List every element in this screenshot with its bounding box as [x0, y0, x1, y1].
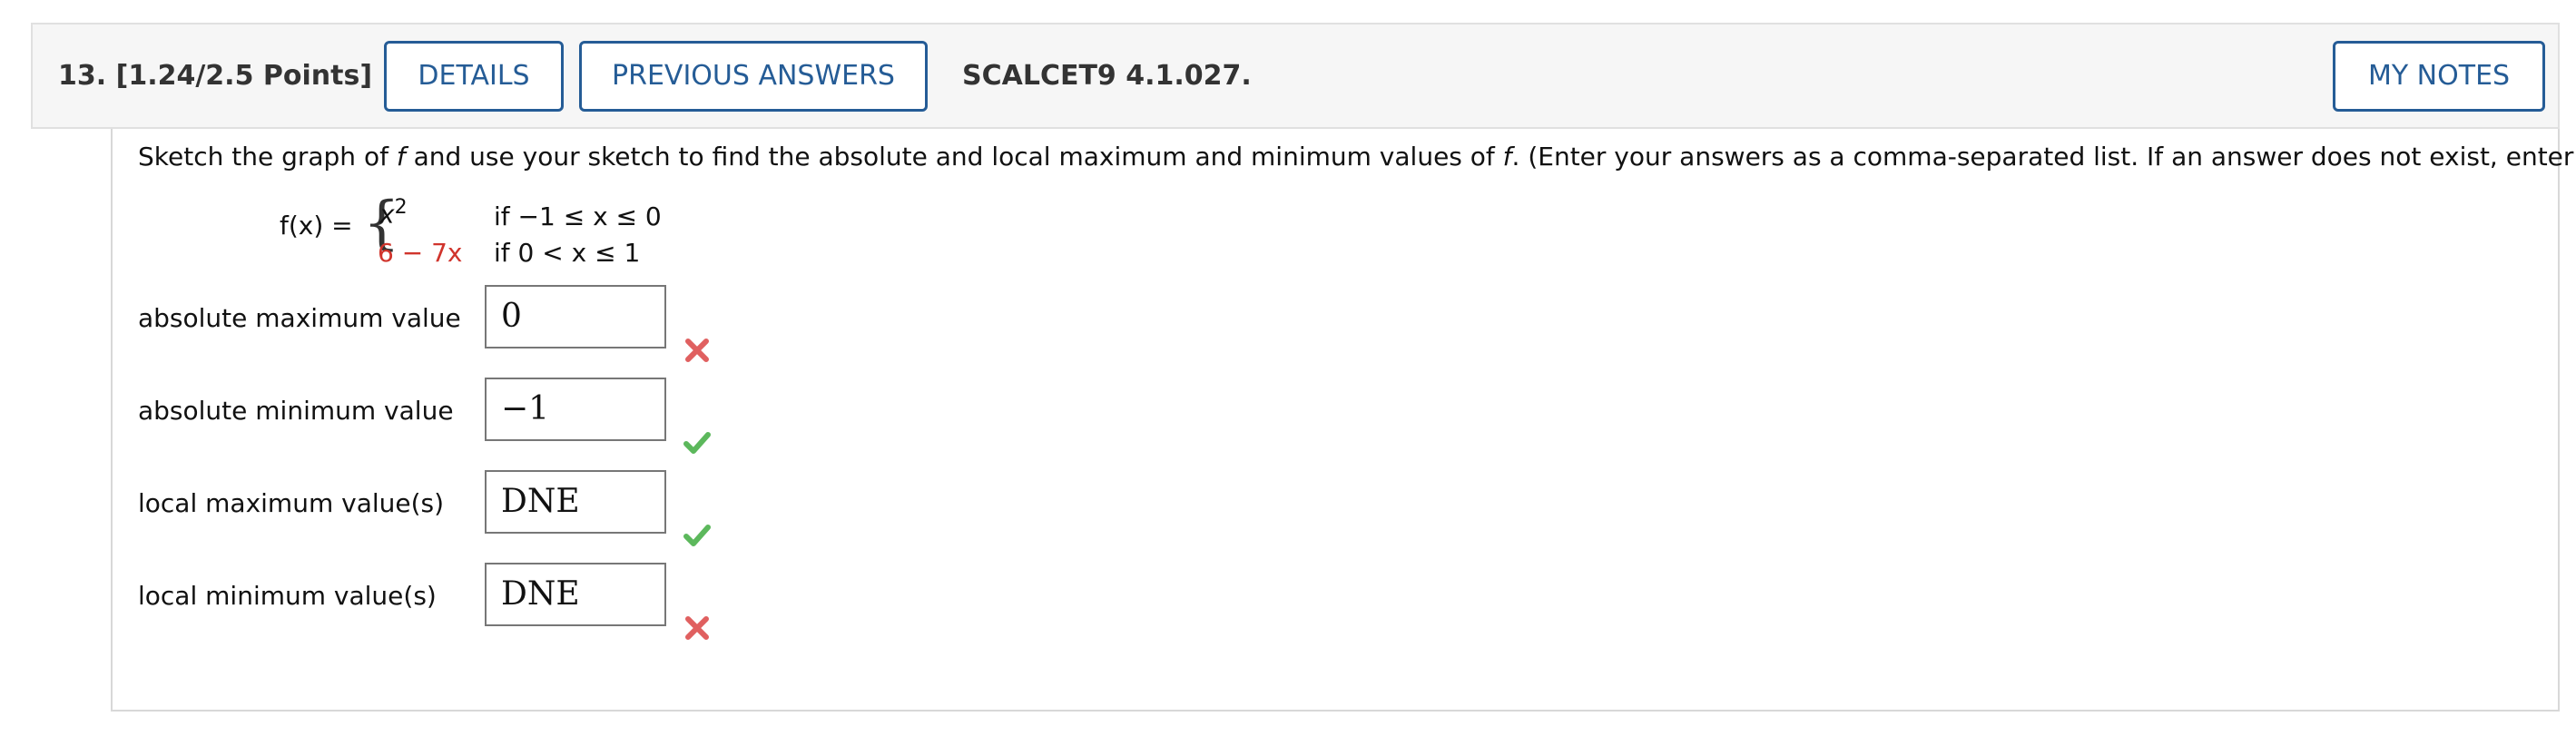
details-button[interactable]: DETAILS [384, 41, 564, 112]
answer-label-absolute-min: absolute minimum value [138, 396, 454, 426]
piece-1-expression: x2 [379, 196, 408, 230]
piece-1-condition: if −1 ≤ x ≤ 0 [494, 201, 662, 231]
answer-input-local-max[interactable]: DNE [485, 470, 666, 534]
answer-label-absolute-max: absolute maximum value [138, 303, 461, 333]
answer-label-local-min: local minimum value(s) [138, 581, 437, 611]
question-points: [1.24/2.5 Points] [115, 60, 373, 92]
problem-code: SCALCET9 4.1.027. [962, 60, 1252, 92]
piece-2-expression: 6 − 7x [378, 238, 463, 268]
function-label: f(x) = [280, 211, 353, 240]
question-header: 13. [1.24/2.5 Points] DETAILS PREVIOUS A… [31, 23, 2560, 129]
cross-icon [685, 339, 709, 362]
answer-input-absolute-min[interactable]: −1 [485, 378, 666, 441]
question-number-points: 13. [1.24/2.5 Points] [58, 25, 372, 127]
my-notes-button[interactable]: MY NOTES [2333, 41, 2545, 112]
cross-icon [685, 616, 709, 640]
check-icon [683, 525, 711, 546]
piece-2-condition: if 0 < x ≤ 1 [494, 238, 641, 268]
question-number: 13. [58, 60, 107, 92]
question-body [111, 129, 2560, 712]
answer-label-local-max: local maximum value(s) [138, 488, 445, 518]
check-icon [683, 432, 711, 454]
answer-input-absolute-max[interactable]: 0 [485, 285, 666, 348]
answer-input-local-min[interactable]: DNE [485, 563, 666, 626]
previous-answers-button[interactable]: PREVIOUS ANSWERS [579, 41, 928, 112]
problem-instructions: Sketch the graph of f and use your sketc… [138, 142, 2576, 172]
